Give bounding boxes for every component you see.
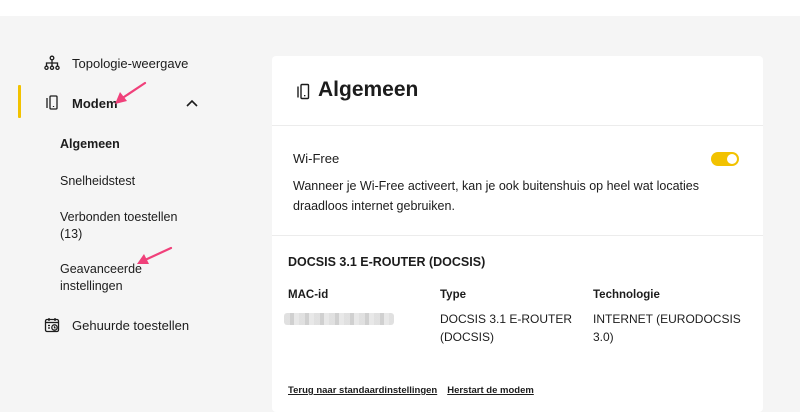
annotation-arrow-icon: [115, 81, 147, 104]
restart-modem-link[interactable]: Herstart de modem: [447, 385, 534, 396]
toggle-knob: [727, 154, 737, 164]
sidebar-subitem-algemeen[interactable]: Algemeen: [60, 136, 210, 153]
wifi-free-section: Wi-Free Wanneer je Wi-Free activeert, ka…: [272, 126, 763, 236]
type-value-line1: DOCSIS 3.1 E-ROUTER: [440, 312, 573, 326]
verbonden-count: (13): [60, 227, 83, 241]
sidebar-item-modem-label: Modem: [72, 95, 118, 111]
sidebar-item-gehuurde-toestellen-label: Gehuurde toestellen: [72, 317, 190, 333]
chevron-up-icon[interactable]: [185, 96, 199, 110]
sidebar: Topologie-weergave Modem Algemeen Snelhe…: [0, 16, 262, 412]
wifi-free-toggle[interactable]: [711, 152, 739, 166]
page-title: Algemeen: [318, 78, 419, 101]
type-label: Type: [440, 289, 466, 301]
top-bar: [0, 0, 800, 16]
technology-value-line2: 3.0): [593, 330, 614, 344]
card-header: Algemeen: [272, 56, 763, 126]
verbonden-label-line1: Verbonden toestellen: [60, 210, 178, 224]
reset-defaults-link[interactable]: Terug naar standaardinstellingen: [288, 385, 437, 396]
rented-devices-icon: [43, 316, 61, 334]
technology-label: Technologie: [593, 289, 660, 301]
sidebar-subitem-snelheidstest[interactable]: Snelheidstest: [60, 173, 210, 190]
type-value: DOCSIS 3.1 E-ROUTER (DOCSIS): [440, 310, 590, 346]
wifi-free-description: Wanneer je Wi-Free activeert, kan je ook…: [293, 179, 699, 213]
mac-id-label: MAC-id: [288, 289, 329, 301]
technology-value: INTERNET (EURODOCSIS 3.0): [593, 310, 743, 346]
annotation-arrow-icon: [137, 246, 173, 264]
wifi-free-title: Wi-Free: [293, 151, 340, 166]
mac-id-value-redacted: [284, 313, 394, 325]
type-value-line2: (DOCSIS): [440, 330, 494, 344]
sidebar-item-topology-label: Topologie-weergave: [72, 55, 189, 71]
device-section: DOCSIS 3.1 E-ROUTER (DOCSIS) MAC-id Type…: [272, 236, 763, 412]
topology-icon: [43, 54, 61, 72]
action-links: Terug naar standaardinstellingen Herstar…: [288, 385, 534, 396]
technology-value-line1: INTERNET (EURODOCSIS: [593, 312, 741, 326]
sidebar-item-topology[interactable]: Topologie-weergave: [43, 54, 188, 72]
geavanceerd-label-line2: instellingen: [60, 279, 123, 293]
sidebar-item-gehuurde-toestellen[interactable]: Gehuurde toestellen: [43, 316, 189, 334]
modem-icon: [43, 94, 61, 112]
general-card: Algemeen Wi-Free Wanneer je Wi-Free acti…: [272, 56, 763, 412]
modem-icon: [297, 83, 310, 100]
active-indicator: [18, 85, 21, 118]
device-title: DOCSIS 3.1 E-ROUTER (DOCSIS): [288, 255, 486, 269]
sidebar-subitem-verbonden-toestellen[interactable]: Verbonden toestellen (13): [60, 209, 210, 243]
